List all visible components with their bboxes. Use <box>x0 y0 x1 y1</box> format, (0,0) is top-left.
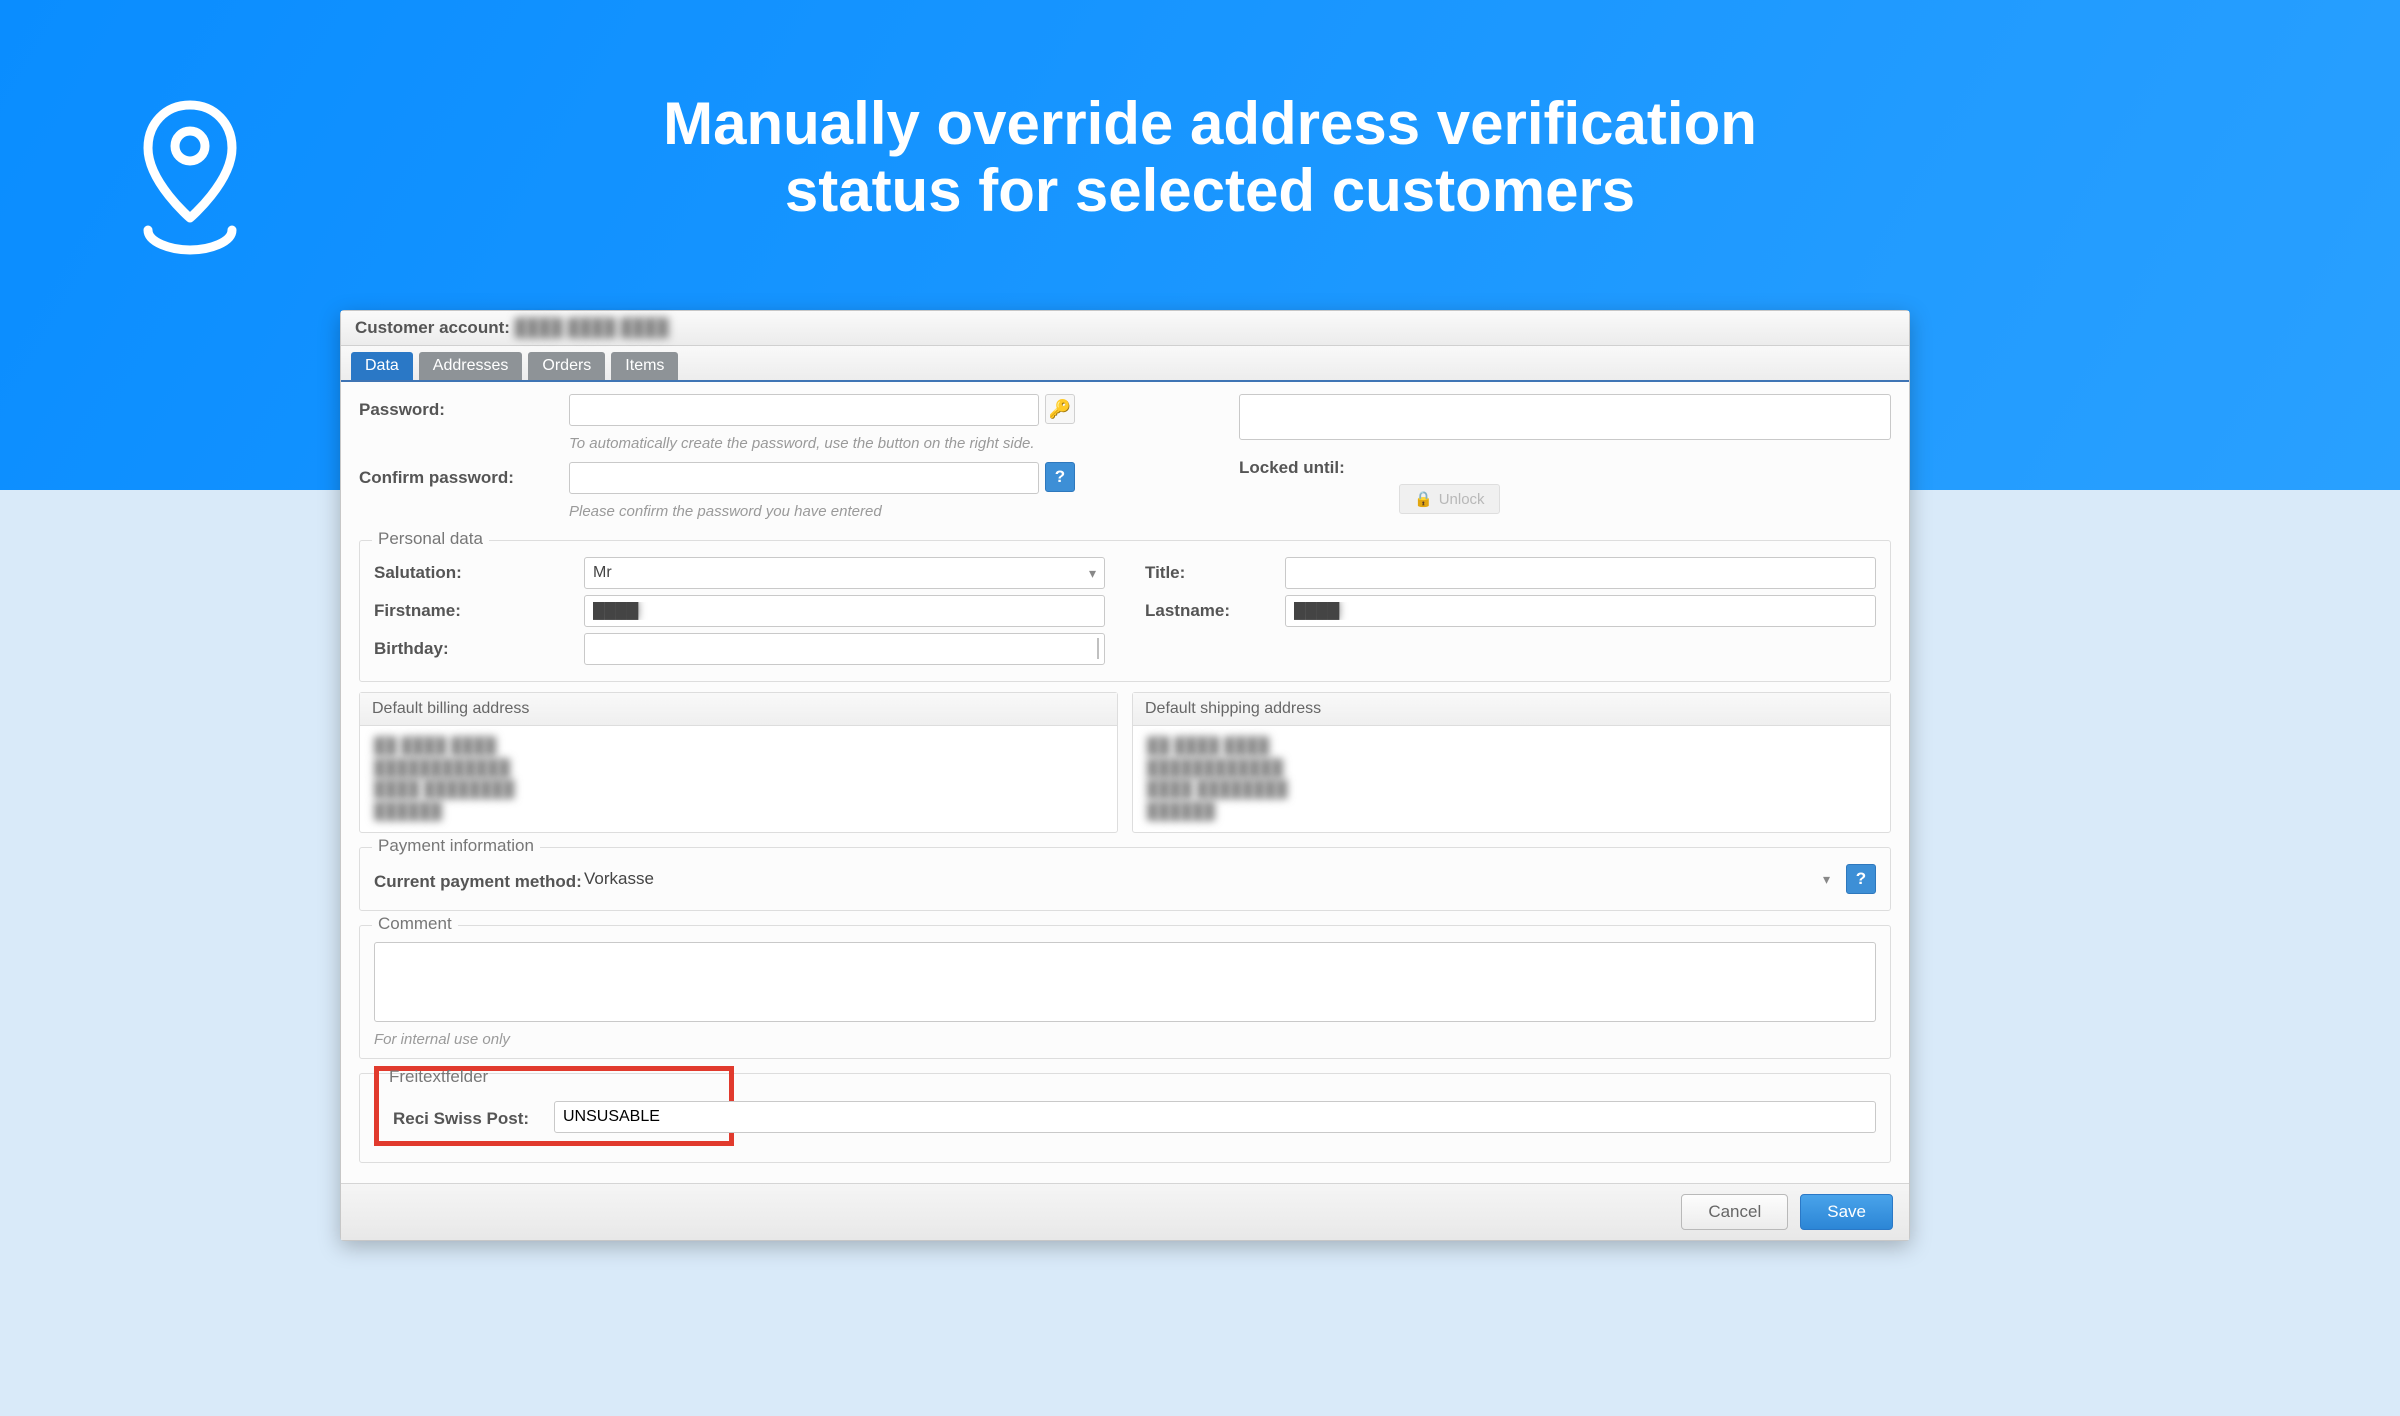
salutation-label: Salutation: <box>374 557 584 583</box>
reci-swiss-post-label: Reci Swiss Post: <box>393 1103 543 1129</box>
tab-addresses[interactable]: Addresses <box>419 352 523 380</box>
payment-method-select[interactable]: Vorkasse ▾ <box>584 869 1838 889</box>
chevron-down-icon: ▾ <box>1823 871 1830 888</box>
customer-name-blurred: ████ ████ ████ <box>515 318 669 337</box>
location-pin-icon <box>120 90 260 260</box>
payment-method-label: Current payment method: <box>374 866 584 892</box>
personal-data-fieldset: Personal data Salutation: Mr ▾ Firstnam <box>359 540 1891 682</box>
help-icon: ? <box>1055 467 1065 487</box>
lastname-input[interactable] <box>1285 595 1876 627</box>
hero: Manually override address verification s… <box>0 0 2400 260</box>
customer-window: Customer account: ████ ████ ████ Data Ad… <box>340 310 1910 1241</box>
confirm-password-input[interactable] <box>569 462 1039 494</box>
title-input[interactable] <box>1285 557 1876 589</box>
shipping-address-body: ██ ████ ████ ████████████ ████ ████████ … <box>1133 726 1890 832</box>
calendar-icon[interactable] <box>1097 639 1099 659</box>
window-title: Customer account: ████ ████ ████ <box>341 311 1909 346</box>
tab-items[interactable]: Items <box>611 352 678 380</box>
chevron-down-icon: ▾ <box>1089 565 1096 582</box>
title-label: Title: <box>1145 557 1285 583</box>
hero-title: Manually override address verification s… <box>320 90 2300 224</box>
generate-password-button[interactable]: 🔑 <box>1045 394 1075 424</box>
confirm-password-label: Confirm password: <box>359 462 569 488</box>
comment-hint: For internal use only <box>374 1031 1876 1048</box>
shipping-address-head: Default shipping address <box>1133 693 1890 726</box>
firstname-input[interactable] <box>584 595 1105 627</box>
password-hint: To automatically create the password, us… <box>569 435 1035 452</box>
firstname-label: Firstname: <box>374 595 584 621</box>
comment-fieldset: Comment For internal use only <box>359 925 1891 1059</box>
address-grid: Default billing address ██ ████ ████ ███… <box>359 692 1891 833</box>
lastname-label: Lastname: <box>1145 595 1285 621</box>
unlock-button[interactable]: 🔒 Unlock <box>1399 484 1500 514</box>
payment-fieldset: Payment information Current payment meth… <box>359 847 1891 911</box>
billing-address-head: Default billing address <box>360 693 1117 726</box>
content-pane: Password: 🔑 To automatically create the … <box>341 382 1909 1183</box>
salutation-select[interactable]: Mr ▾ <box>584 557 1105 589</box>
tab-bar: Data Addresses Orders Items <box>341 346 1909 382</box>
tab-data[interactable]: Data <box>351 352 413 380</box>
comment-textarea[interactable] <box>374 942 1876 1022</box>
locked-until-label: Locked until: <box>1239 452 1399 478</box>
birthday-input[interactable] <box>584 633 1105 665</box>
cancel-button[interactable]: Cancel <box>1681 1194 1788 1230</box>
freitext-fieldset: Freitextfelder Reci Swiss Post: <box>359 1073 1891 1163</box>
save-button[interactable]: Save <box>1800 1194 1893 1230</box>
billing-address-box: Default billing address ██ ████ ████ ███… <box>359 692 1118 833</box>
window-footer: Cancel Save <box>341 1183 1909 1240</box>
shipping-address-box: Default shipping address ██ ████ ████ ██… <box>1132 692 1891 833</box>
freitext-legend: Freitextfelder <box>383 1067 494 1087</box>
birthday-label: Birthday: <box>374 633 584 659</box>
tab-orders[interactable]: Orders <box>528 352 605 380</box>
lock-icon: 🔒 <box>1414 490 1433 508</box>
confirm-hint: Please confirm the password you have ent… <box>569 503 882 520</box>
password-label: Password: <box>359 394 569 420</box>
help-button[interactable]: ? <box>1045 462 1075 492</box>
billing-address-body: ██ ████ ████ ████████████ ████ ████████ … <box>360 726 1117 832</box>
personal-data-legend: Personal data <box>372 529 489 549</box>
help-icon: ? <box>1856 869 1866 889</box>
payment-help-button[interactable]: ? <box>1846 864 1876 894</box>
top-right-panel <box>1239 394 1891 440</box>
comment-legend: Comment <box>372 914 458 934</box>
reci-swiss-post-input[interactable] <box>554 1101 1876 1133</box>
password-input[interactable] <box>569 394 1039 426</box>
payment-legend: Payment information <box>372 836 540 856</box>
key-icon: 🔑 <box>1049 399 1071 420</box>
